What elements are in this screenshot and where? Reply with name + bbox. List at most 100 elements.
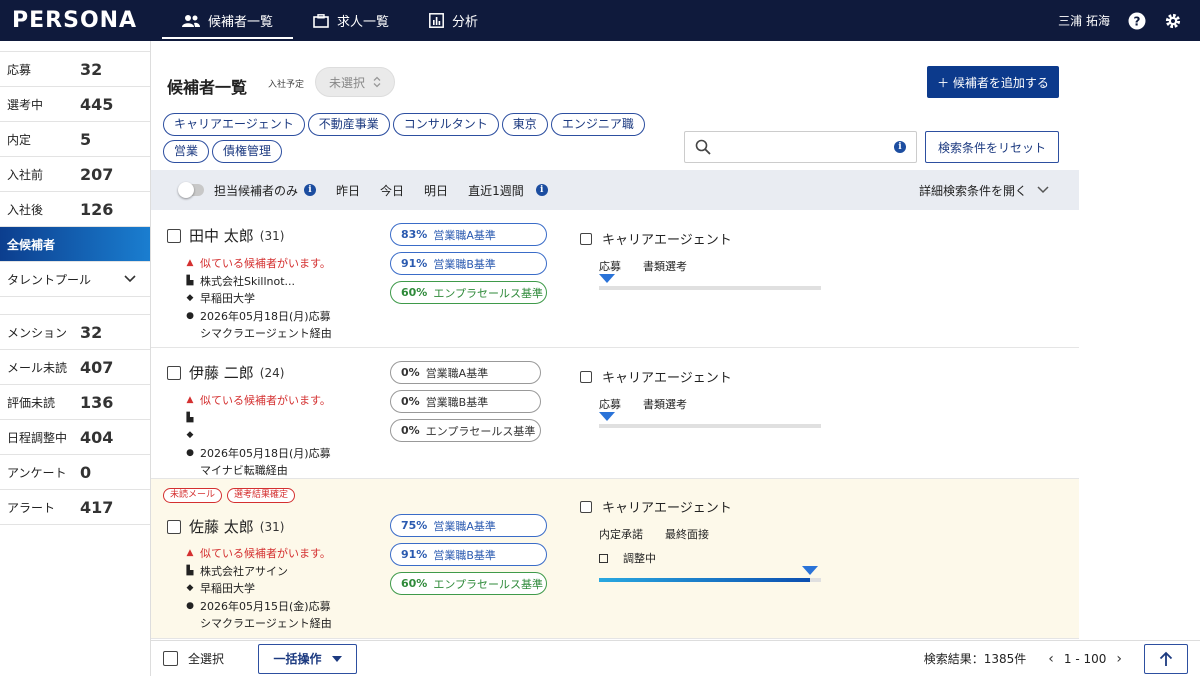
help-icon[interactable]: ? — [1128, 12, 1146, 30]
join-date-select[interactable]: 未選択 — [315, 67, 395, 97]
chevron-left-icon[interactable]: ‹ — [1048, 651, 1054, 667]
duplicate-warning[interactable]: 似ている候補者がいます。 — [200, 392, 331, 410]
filter-tag[interactable]: 債権管理 — [212, 140, 283, 163]
sidebar-item-post-join[interactable]: 入社後 126 — [0, 192, 150, 227]
nav-jobs[interactable]: 求人一覧 — [293, 0, 409, 41]
sidebar-label: 全候補者 — [7, 237, 56, 252]
sidebar-item-in-selection[interactable]: 選考中 445 — [0, 87, 150, 122]
candidate-checkbox[interactable] — [167, 365, 181, 380]
user-name[interactable]: 三浦 拓海 — [1058, 12, 1110, 29]
main-content: 候補者一覧 入社予定 未選択 ＋ 候補者を追加する キャリアエージェント 不動産事… — [151, 41, 1200, 639]
score-pill[interactable]: 60% エンプラセールス基準 — [390, 572, 547, 595]
filter-tag[interactable]: エンジニア職 — [550, 113, 645, 136]
sidebar-item-unread-mail[interactable]: メール未読 407 — [0, 350, 150, 385]
score-pct: 0% — [401, 366, 420, 379]
score-pct: 60% — [401, 286, 428, 299]
score-label: エンプラセールス基準 — [433, 577, 544, 591]
candidate-name[interactable]: 佐藤 太郎 — [189, 516, 254, 537]
chevron-down-icon — [1037, 186, 1049, 194]
candidate-school: 早稲田大学 — [200, 292, 255, 305]
graduation-cap-icon: ◆ — [186, 583, 194, 593]
sidebar-item-scheduling[interactable]: 日程調整中 404 — [0, 420, 150, 455]
sidebar-item-all-candidates[interactable]: 全候補者 — [0, 227, 150, 262]
main-nav: 候補者一覧 求人一覧 分析 — [162, 0, 498, 41]
filter-tag[interactable]: キャリアエージェント — [163, 113, 305, 136]
filter-tag[interactable]: 不動産事業 — [307, 113, 390, 136]
job-checkbox[interactable] — [580, 370, 592, 383]
score-pill[interactable]: 60% エンプラセールス基準 — [390, 281, 547, 304]
job-checkbox[interactable] — [580, 500, 592, 513]
duplicate-warning[interactable]: 似ている候補者がいます。 — [200, 545, 331, 563]
score-pct: 83% — [401, 228, 428, 241]
job-name[interactable]: キャリアエージェント — [602, 367, 732, 386]
reset-search-button[interactable]: 検索条件をリセット — [925, 131, 1059, 163]
sidebar-label: 内定 — [7, 132, 32, 147]
mine-only-toggle[interactable] — [178, 182, 204, 198]
score-pill[interactable]: 75% 営業職A基準 — [390, 514, 547, 537]
sidebar-label: 応募 — [7, 62, 32, 77]
sidebar-item-mentions[interactable]: メンション 32 — [0, 315, 150, 350]
score-pill[interactable]: 0% エンプラセールス基準 — [390, 419, 541, 442]
score-pill[interactable]: 91% 営業職B基準 — [390, 543, 547, 566]
candidate-checkbox[interactable] — [167, 228, 181, 243]
info-icon[interactable]: i — [535, 184, 548, 196]
progress-fill — [599, 578, 810, 582]
building-icon: ▙ — [186, 275, 194, 286]
candidate-row[interactable]: 伊藤 二郎 (24) ▲ 似ている候補者がいます。 ▙ ◆ ● 2026年05月18… — [151, 348, 1079, 479]
info-icon[interactable]: i — [304, 184, 317, 196]
score-pct: 60% — [401, 577, 428, 590]
nav-analytics[interactable]: 分析 — [409, 0, 498, 41]
candidate-company: 株式会社Skillnot... — [200, 274, 296, 288]
date-filter-week[interactable]: 直近1週間 — [468, 182, 524, 199]
score-pill[interactable]: 91% 営業職B基準 — [390, 252, 547, 275]
job-name[interactable]: キャリアエージェント — [602, 229, 732, 248]
candidate-name[interactable]: 田中 太郎 — [189, 225, 254, 246]
candidate-checkbox[interactable] — [167, 519, 181, 534]
select-all-checkbox[interactable] — [163, 651, 178, 666]
sidebar-item-survey[interactable]: アンケート 0 — [0, 455, 150, 490]
candidate-name[interactable]: 伊藤 二郎 — [189, 362, 254, 383]
detail-search-toggle[interactable]: 詳細検索条件を開く — [919, 182, 1049, 199]
graduation-cap-icon: ◆ — [186, 293, 194, 303]
sidebar-item-unread-eval[interactable]: 評価未読 136 — [0, 385, 150, 420]
candidate-source: シマクラエージェント経由 — [200, 617, 332, 630]
job-name[interactable]: キャリアエージェント — [602, 497, 732, 516]
score-pill[interactable]: 0% 営業職A基準 — [390, 361, 541, 384]
date-filter-tomorrow[interactable]: 明日 — [424, 182, 448, 199]
sidebar-item-applied[interactable]: 応募 32 — [0, 52, 150, 87]
candidate-row[interactable]: 未読メール 選考結果確定 佐藤 太郎 (31) ▲ 似ている候補者がいます。 ▙ 株… — [151, 479, 1079, 639]
bulk-action-button[interactable]: 一括操作 — [258, 643, 358, 674]
info-icon[interactable]: i — [894, 141, 906, 153]
filter-tag[interactable]: 営業 — [163, 140, 210, 163]
app-logo[interactable]: PERSONA — [12, 8, 162, 33]
sidebar-item-offer[interactable]: 内定 5 — [0, 122, 150, 157]
candidate-age: (31) — [259, 519, 285, 534]
job-checkbox[interactable] — [580, 232, 592, 245]
duplicate-warning[interactable]: 似ている候補者がいます。 — [200, 255, 331, 273]
page-range: 1 - 100 — [1063, 651, 1107, 666]
candidate-row[interactable]: 田中 太郎 (31) ▲ 似ている候補者がいます。 ▙ 株式会社Skillnot..… — [151, 211, 1079, 348]
sidebar-item-talent-pool[interactable]: タレントプール — [0, 262, 150, 297]
score-pct: 91% — [401, 257, 428, 270]
date-filter-today[interactable]: 今日 — [380, 182, 404, 199]
sidebar-item-alerts[interactable]: アラート 417 — [0, 490, 150, 525]
scroll-top-button[interactable] — [1144, 643, 1188, 674]
warning-icon: ▲ — [186, 258, 194, 268]
date-filter-yesterday[interactable]: 昨日 — [336, 182, 360, 199]
score-pill[interactable]: 83% 営業職A基準 — [390, 223, 547, 246]
candidate-company: 株式会社アサイン — [200, 564, 288, 578]
score-pct: 0% — [401, 424, 420, 437]
add-candidate-button[interactable]: ＋ 候補者を追加する — [927, 66, 1059, 98]
score-pill[interactable]: 0% 営業職B基準 — [390, 390, 541, 413]
sidebar-label: メンション — [7, 325, 68, 340]
chevron-right-icon[interactable]: › — [1116, 651, 1122, 667]
sidebar-item-pre-join[interactable]: 入社前 207 — [0, 157, 150, 192]
filter-tag[interactable]: 東京 — [501, 113, 548, 136]
filter-tag[interactable]: コンサルタント — [392, 113, 499, 136]
svg-text:?: ? — [1134, 14, 1141, 28]
gear-icon[interactable] — [1164, 12, 1182, 30]
search-input[interactable]: i — [684, 131, 917, 163]
nav-candidates[interactable]: 候補者一覧 — [162, 0, 294, 41]
select-all-label: 全選択 — [188, 652, 225, 666]
page-title: 候補者一覧 — [167, 78, 248, 97]
